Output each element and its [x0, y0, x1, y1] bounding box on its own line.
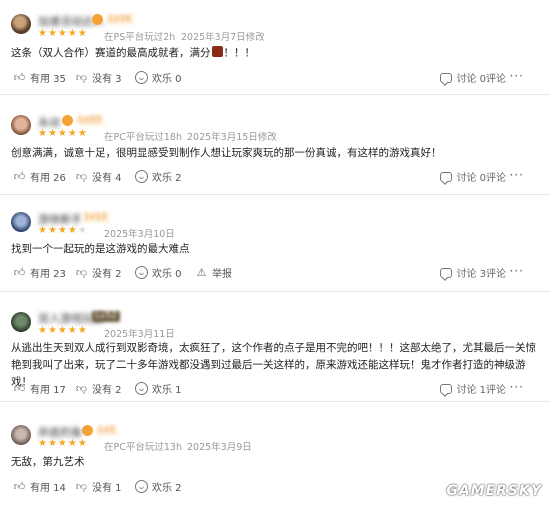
- verified-badge-icon: [92, 14, 103, 25]
- more-options-button[interactable]: ···: [510, 169, 524, 181]
- helpful-button[interactable]: 👍︎ 有用 23: [13, 265, 66, 280]
- rating-stars: ★★★★★: [38, 128, 88, 139]
- thumbs-down-icon: 👎︎: [75, 170, 88, 183]
- thumbs-up-icon: 👍︎: [13, 480, 26, 493]
- report-button[interactable]: ⚠ 举报: [195, 265, 232, 280]
- review-card: 加速活动达人 Lv16 ★★★★★ 在PS平台玩过2h 2025年3月7日修改 …: [0, 0, 550, 95]
- more-options-button[interactable]: ···: [510, 70, 524, 82]
- helpful-button[interactable]: 👍︎ 有用 17: [13, 381, 66, 396]
- fun-button[interactable]: ᴗ 欢乐 1: [135, 381, 182, 396]
- rating-stars: ★★★★★: [38, 225, 88, 236]
- emoji-icon: [211, 46, 223, 57]
- username[interactable]: 井底的鱼: [38, 424, 82, 439]
- discuss-button[interactable]: 讨论 0评论: [440, 70, 506, 85]
- review-text: 创意满满，诚意十足，很明显感受到制作人想让玩家爽玩的那一份真诚，有这样的游戏真好…: [11, 147, 442, 159]
- not-helpful-button[interactable]: 👎︎ 没有 1: [75, 479, 122, 494]
- not-helpful-button[interactable]: 👎︎ 没有 2: [75, 265, 122, 280]
- avatar[interactable]: [11, 425, 31, 445]
- helpful-button[interactable]: 👍︎ 有用 35: [13, 70, 66, 85]
- comment-bubble-icon: [440, 383, 453, 394]
- fun-button[interactable]: ᴗ 欢乐 0: [135, 265, 182, 280]
- platform-playtime: 在PC平台玩过18h: [104, 132, 182, 143]
- review-card: 双人游戏玩家 Lv52 ★★★★★ 2025年3月11日 从逃出生天到双人成行到…: [0, 292, 550, 402]
- thumbs-down-icon: 👎︎: [75, 382, 88, 395]
- fun-button[interactable]: ᴗ 欢乐 2: [135, 169, 182, 184]
- avatar[interactable]: [11, 212, 31, 232]
- level-badge: Lv33: [76, 115, 104, 126]
- smiley-icon: ᴗ: [135, 382, 148, 395]
- platform-playtime: 在PS平台玩过2h: [104, 32, 176, 43]
- fun-button[interactable]: ᴗ 欢乐 2: [135, 479, 182, 494]
- comment-bubble-icon: [440, 171, 453, 182]
- smiley-icon: ᴗ: [135, 170, 148, 183]
- discuss-button[interactable]: 讨论 0评论: [440, 169, 506, 184]
- thumbs-up-icon: 👍︎: [13, 266, 26, 279]
- thumbs-up-icon: 👍︎: [13, 71, 26, 84]
- review-card: 永动 Lv33 ★★★★★ 在PC平台玩过18h 2025年3月15日修改 创意…: [0, 95, 550, 195]
- discuss-button[interactable]: 讨论 1评论: [440, 381, 506, 396]
- helpful-button[interactable]: 👍︎ 有用 26: [13, 169, 66, 184]
- level-badge: Lv12: [82, 212, 110, 223]
- smiley-icon: ᴗ: [135, 266, 148, 279]
- more-options-button[interactable]: ···: [510, 381, 524, 393]
- review-date: 2025年3月11日: [104, 329, 175, 340]
- gamersky-watermark: GAMERSKY: [446, 483, 542, 499]
- more-options-button[interactable]: ···: [510, 265, 524, 277]
- thumbs-down-icon: 👎︎: [75, 71, 88, 84]
- review-actions: 👍︎ 有用 23 👎︎ 没有 2 ᴗ 欢乐 0 ⚠ 举报 讨论 3评论 ···: [11, 265, 536, 280]
- verified-badge-icon: [82, 425, 93, 436]
- helpful-button[interactable]: 👍︎ 有用 14: [13, 479, 66, 494]
- rating-stars: ★★★★★: [38, 28, 88, 39]
- comment-bubble-icon: [440, 72, 453, 83]
- platform-playtime: 在PC平台玩过13h: [104, 442, 182, 453]
- rating-stars: ★★★★★: [38, 438, 88, 449]
- verified-badge-icon: [62, 115, 73, 126]
- review-text: 找到一个一起玩的是这游戏的最大难点: [11, 243, 190, 255]
- thumbs-up-icon: 👍︎: [13, 382, 26, 395]
- review-actions: 👍︎ 有用 26 👎︎ 没有 4 ᴗ 欢乐 2 讨论 0评论 ···: [11, 169, 536, 184]
- not-helpful-button[interactable]: 👎︎ 没有 2: [75, 381, 122, 396]
- warning-icon: ⚠: [196, 266, 207, 279]
- avatar[interactable]: [11, 115, 31, 135]
- level-badge: Lv1: [96, 425, 119, 436]
- username[interactable]: 游侠新手: [38, 211, 82, 226]
- review-date: 2025年3月9日: [187, 442, 252, 453]
- review-date: 2025年3月7日修改: [181, 32, 265, 43]
- fun-button[interactable]: ᴗ 欢乐 0: [135, 70, 182, 85]
- avatar[interactable]: [11, 14, 31, 34]
- avatar[interactable]: [11, 312, 31, 332]
- thumbs-down-icon: 👎︎: [75, 480, 88, 493]
- smiley-icon: ᴗ: [135, 71, 148, 84]
- smiley-icon: ᴗ: [135, 480, 148, 493]
- review-date: 2025年3月15日修改: [187, 132, 277, 143]
- review-actions: 👍︎ 有用 35 👎︎ 没有 3 ᴗ 欢乐 0 讨论 0评论 ···: [11, 70, 536, 85]
- thumbs-up-icon: 👍︎: [13, 170, 26, 183]
- level-badge: Lv52: [92, 311, 120, 322]
- review-actions: 👍︎ 有用 17 👎︎ 没有 2 ᴗ 欢乐 1 讨论 1评论 ···: [11, 381, 536, 396]
- review-text: 这条（双人合作）赛道的最高成就者，满分！！！: [11, 46, 255, 59]
- rating-stars: ★★★★★: [38, 325, 88, 336]
- level-badge: Lv16: [106, 14, 134, 25]
- review-card: 游侠新手 Lv12 ★★★★★ 2025年3月10日 找到一个一起玩的是这游戏的…: [0, 195, 550, 292]
- thumbs-down-icon: 👎︎: [75, 266, 88, 279]
- comment-bubble-icon: [440, 267, 453, 278]
- not-helpful-button[interactable]: 👎︎ 没有 3: [75, 70, 122, 85]
- discuss-button[interactable]: 讨论 3评论: [440, 265, 506, 280]
- review-text: 无敌，第九艺术: [11, 456, 85, 468]
- review-date: 2025年3月10日: [104, 229, 175, 240]
- not-helpful-button[interactable]: 👎︎ 没有 4: [75, 169, 122, 184]
- username[interactable]: 永动: [38, 114, 60, 129]
